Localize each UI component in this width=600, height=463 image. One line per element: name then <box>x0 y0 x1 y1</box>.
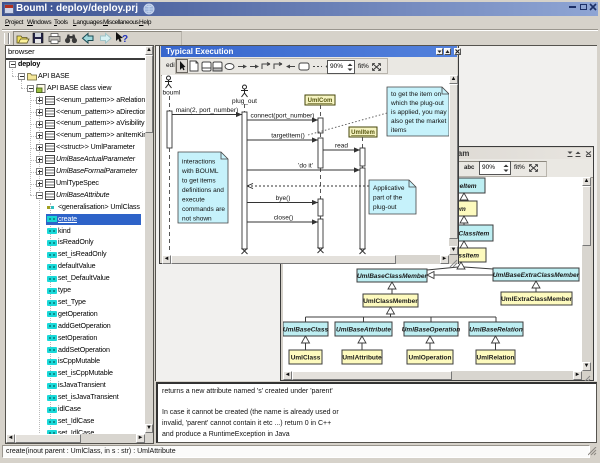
svg-text:UmlBaseAttribute: UmlBaseAttribute <box>336 327 391 334</box>
svg-text:Applicative: Applicative <box>373 185 405 192</box>
svg-text:plug-out: plug-out <box>373 204 397 211</box>
svg-text:UmlCom: UmlCom <box>308 98 333 104</box>
svg-text:items: items <box>391 127 407 134</box>
svg-text:bouml: bouml <box>163 90 181 97</box>
svg-text:which the plug-out: which the plug-out <box>390 100 444 107</box>
svg-text:execute: execute <box>182 197 205 204</box>
svg-text:UmlClassMember: UmlClassMember <box>363 298 418 305</box>
svg-text:read: read <box>335 143 348 150</box>
svg-text:to get the item on: to get the item on <box>391 91 442 98</box>
svg-text:main(2, port_number): main(2, port_number) <box>176 107 239 114</box>
svg-text:UmlOperation: UmlOperation <box>409 355 452 362</box>
svg-text:'do it': 'do it' <box>298 163 313 170</box>
svg-text:with BOUML: with BOUML <box>181 168 219 175</box>
svg-text:UmlAttribute: UmlAttribute <box>342 355 382 362</box>
svg-text:is applied, you may: is applied, you may <box>391 109 447 116</box>
svg-text:UmlBaseClassMember: UmlBaseClassMember <box>357 273 428 280</box>
svg-text:targetItem(): targetItem() <box>271 133 305 140</box>
svg-text:part of the: part of the <box>373 195 403 202</box>
svg-text:?: ? <box>122 34 128 45</box>
svg-text:not shown: not shown <box>182 216 212 223</box>
svg-text:UmlBaseExtraClassMember: UmlBaseExtraClassMember <box>493 272 580 279</box>
svg-text:UmlExtraClassMember: UmlExtraClassMember <box>501 296 572 303</box>
svg-text:to get items: to get items <box>182 178 216 185</box>
svg-text:UmlClass: UmlClass <box>291 355 321 362</box>
svg-text:UmlBaseOperation: UmlBaseOperation <box>402 327 461 334</box>
svg-text:connect(port_number): connect(port_number) <box>251 113 315 120</box>
svg-text:bye(): bye() <box>276 195 291 202</box>
svg-text:UmlBaseClass: UmlBaseClass <box>283 327 328 334</box>
svg-text:interactions: interactions <box>182 159 216 166</box>
svg-text:UmlRelation: UmlRelation <box>477 355 515 362</box>
svg-text:commands are: commands are <box>182 206 225 213</box>
svg-text:UmlItem: UmlItem <box>351 130 375 136</box>
svg-text:close(): close() <box>274 215 294 222</box>
svg-text:also get the market: also get the market <box>391 118 446 125</box>
svg-text:definitions and: definitions and <box>182 187 224 194</box>
svg-text:plug_out: plug_out <box>232 98 257 105</box>
svg-text:UmlBaseRelation: UmlBaseRelation <box>469 327 522 334</box>
